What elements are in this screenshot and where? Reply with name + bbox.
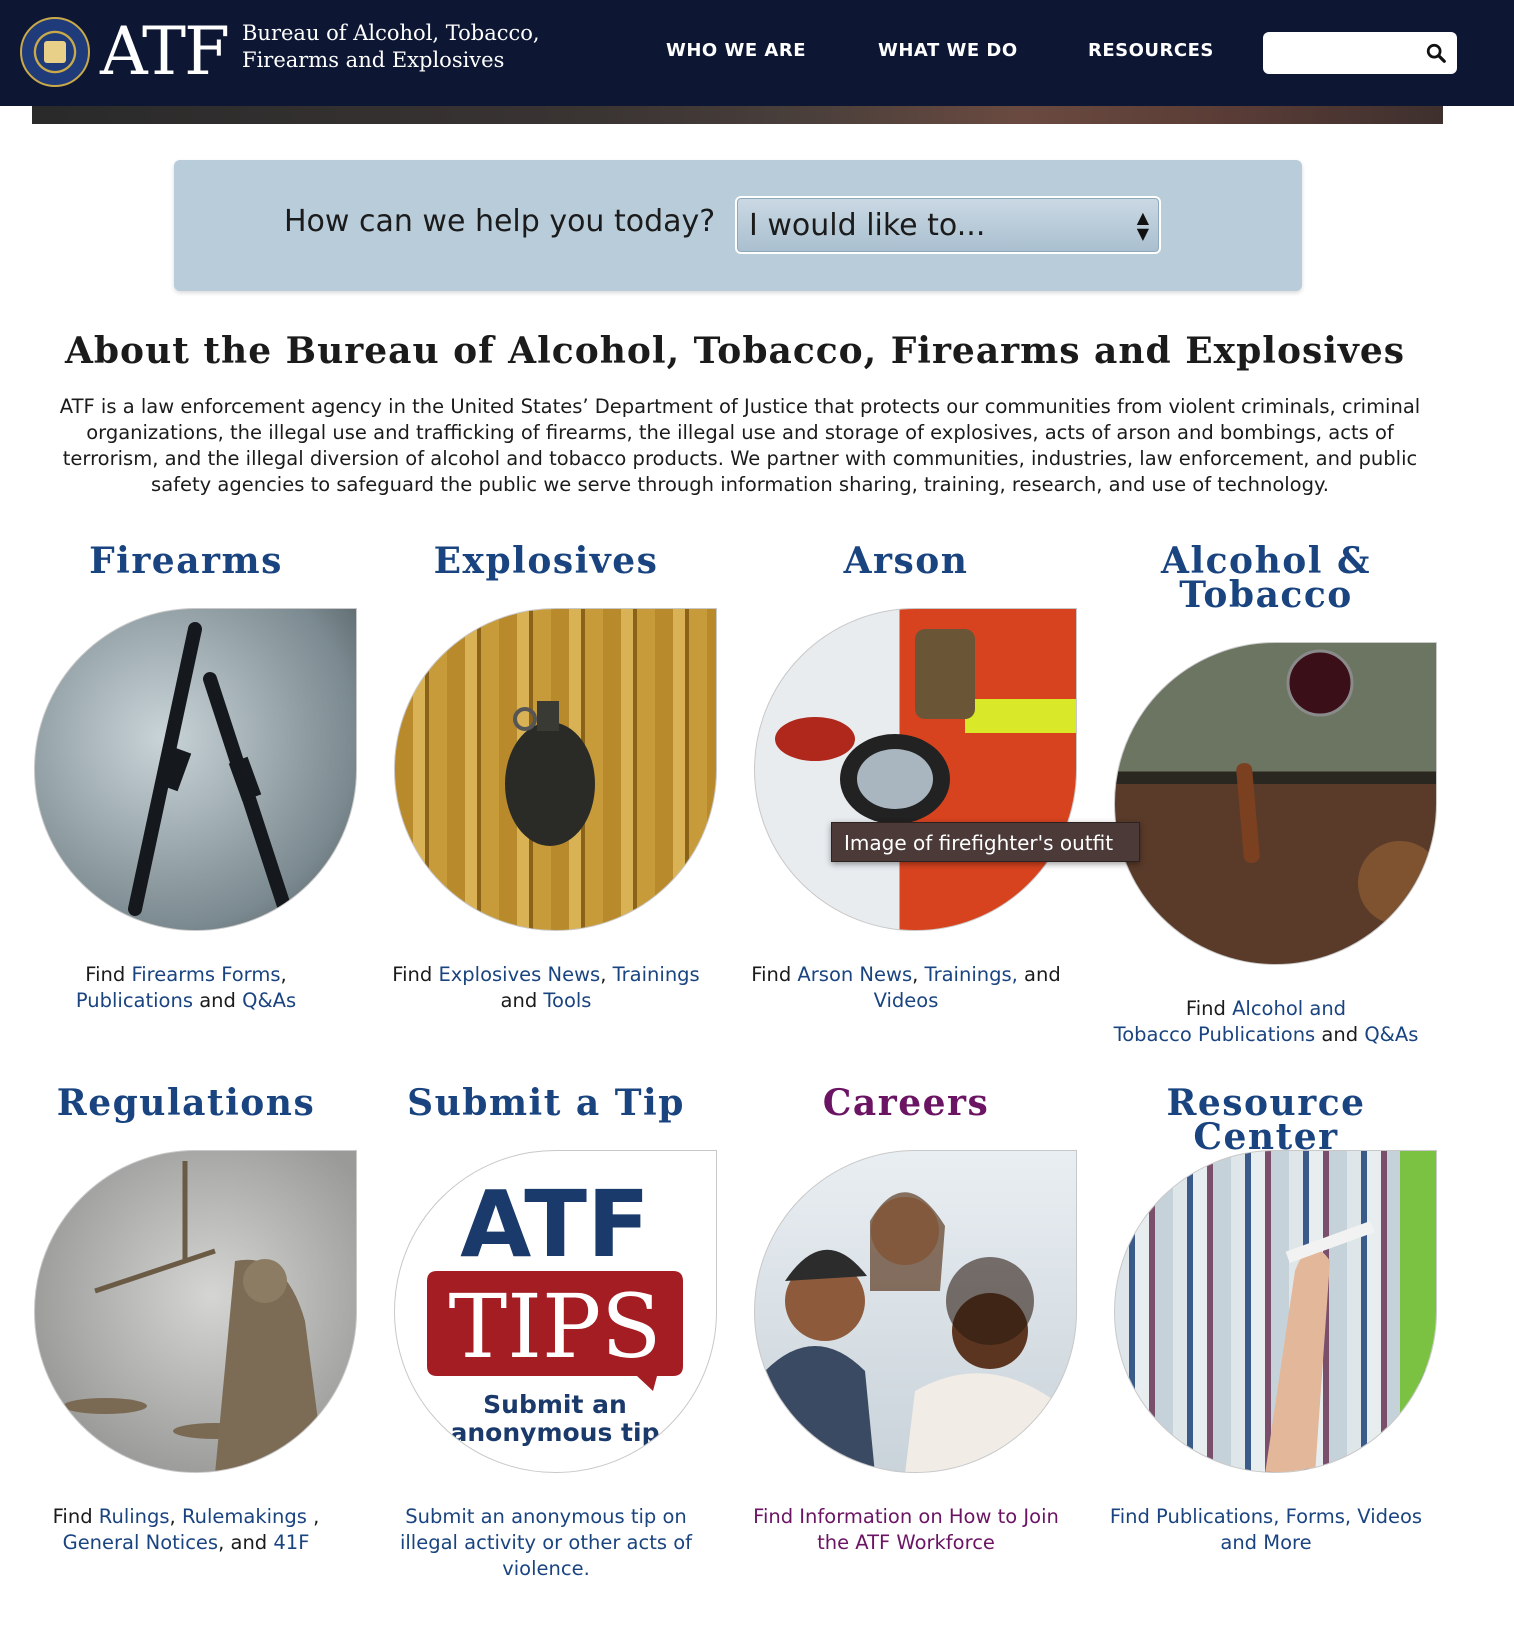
link-rulings[interactable]: Rulings: [99, 1505, 170, 1528]
arson-image[interactable]: [754, 608, 1077, 931]
desc-text: Find: [392, 963, 439, 986]
atf-tips-logo-sub1: Submit an: [483, 1390, 627, 1419]
desc-text: ,: [600, 963, 613, 986]
atf-logo[interactable]: ATF: [100, 12, 230, 92]
desc-text: ,: [169, 1505, 182, 1528]
agency-name[interactable]: Bureau of Alcohol, Tobacco, Firearms and…: [242, 20, 540, 74]
link-rulemakings[interactable]: Rulemakings: [182, 1505, 307, 1528]
card-arson: Arson Find Arson News, Trainings, and Vi…: [736, 543, 1077, 1012]
site-header: ATF Bureau of Alcohol, Tobacco, Firearms…: [0, 0, 1514, 106]
card-regulations: Regulations Find Rulings, Rulemakings , …: [16, 1085, 357, 1554]
help-panel: How can we help you today? I would like …: [174, 160, 1302, 291]
desc-text: and: [193, 989, 243, 1012]
resource-center-image[interactable]: [1114, 1150, 1437, 1473]
about-title: About the Bureau of Alcohol, Tobacco, Fi…: [64, 330, 1406, 372]
careers-image[interactable]: [754, 1150, 1077, 1473]
atf-tips-logo-tips: TIPS: [449, 1275, 662, 1378]
link-41f[interactable]: 41F: [273, 1531, 309, 1554]
link-alcohol-tobacco-qas[interactable]: Q&As: [1364, 1023, 1418, 1046]
link-resource-center[interactable]: Find Publications, Forms, Videos and Mor…: [1096, 1504, 1436, 1556]
desc-text: ,: [306, 1505, 320, 1528]
desc-text: Find: [751, 963, 798, 986]
link-general-notices[interactable]: General Notices: [63, 1531, 219, 1554]
hero-image-edge: [32, 106, 1443, 124]
search-icon[interactable]: [1425, 42, 1447, 64]
atf-tips-logo: ATF TIPS Submit an anonymous tip: [427, 1171, 683, 1447]
explosives-image[interactable]: [394, 608, 717, 931]
link-firearms-forms[interactable]: Firearms Forms: [131, 963, 280, 986]
atf-tips-logo-sub2: anonymous tip: [451, 1418, 660, 1447]
atf-seal-icon[interactable]: [20, 17, 90, 87]
card-title-arson[interactable]: Arson: [736, 543, 1076, 579]
desc-text: Find: [1185, 997, 1233, 1020]
card-submit-tip: Submit a Tip ATF TIPS Submit an anonymou…: [376, 1085, 717, 1580]
link-careers[interactable]: Find Information on How to Join the ATF …: [736, 1504, 1076, 1556]
desc-text: ,: [912, 963, 925, 986]
card-firearms: Firearms Find Firearms Forms, Publicatio…: [16, 543, 357, 1012]
card-title-explosives[interactable]: Explosives: [376, 543, 716, 579]
atf-tips-logo-atf: ATF: [460, 1171, 650, 1278]
firearms-image[interactable]: [34, 608, 357, 931]
desc-text: , and: [218, 1531, 274, 1554]
link-submit-tip[interactable]: Submit an anonymous tip on illegal activ…: [376, 1504, 716, 1582]
image-tooltip: Image of firefighter's outfit: [831, 822, 1140, 862]
regulations-image[interactable]: [34, 1150, 357, 1473]
desc-text: Find: [52, 1505, 99, 1528]
help-label: How can we help you today?: [284, 204, 716, 239]
agency-name-line1: Bureau of Alcohol, Tobacco,: [242, 21, 540, 45]
card-title-resource-center[interactable]: Resource Center: [1096, 1085, 1436, 1155]
card-title-alcohol-tobacco[interactable]: Alcohol & Tobacco: [1096, 540, 1436, 616]
desc-text: Find: [85, 963, 132, 986]
title-line: Tobacco: [1179, 574, 1353, 616]
card-resource-center: Resource Center Find Publications, Forms…: [1096, 1085, 1437, 1554]
card-desc-regulations: Find Rulings, Rulemakings , General Noti…: [16, 1504, 356, 1556]
desc-text: and: [1315, 1023, 1365, 1046]
title-line: Alcohol &: [1161, 540, 1371, 582]
card-desc-explosives: Find Explosives News, Trainings and Tool…: [376, 962, 716, 1014]
help-select-value: I would like to...: [749, 208, 986, 243]
desc-text: and: [500, 989, 544, 1012]
link-explosives-tools[interactable]: Tools: [543, 989, 591, 1012]
card-desc-firearms: Find Firearms Forms, Publications and Q&…: [16, 962, 356, 1014]
nav-who-we-are[interactable]: WHO WE ARE: [666, 40, 806, 61]
card-title-submit-tip[interactable]: Submit a Tip: [376, 1085, 716, 1121]
agency-name-line2: Firearms and Explosives: [242, 48, 505, 72]
nav-what-we-do[interactable]: WHAT WE DO: [878, 40, 1018, 61]
link-firearms-qas[interactable]: Q&As: [242, 989, 296, 1012]
link-alcohol-tobacco-publications-1[interactable]: Alcohol and: [1232, 997, 1346, 1020]
atf-tips-image[interactable]: ATF TIPS Submit an anonymous tip: [394, 1150, 717, 1473]
link-alcohol-tobacco-publications-2[interactable]: Tobacco Publications: [1114, 1023, 1316, 1046]
select-arrows-icon: ▲ ▼: [1136, 208, 1149, 243]
link-arson-news[interactable]: Arson News: [797, 963, 912, 986]
search-input[interactable]: [1263, 32, 1457, 74]
link-arson-videos[interactable]: Videos: [874, 989, 939, 1012]
card-desc-alcohol-tobacco: Find Alcohol and Tobacco Publications an…: [1096, 996, 1436, 1048]
desc-text: ,: [280, 963, 287, 986]
about-body: ATF is a law enforcement agency in the U…: [59, 395, 1421, 496]
help-select[interactable]: I would like to... ▲ ▼: [735, 196, 1161, 254]
card-title-careers[interactable]: Careers: [736, 1085, 1076, 1121]
card-alcohol-tobacco: Alcohol & Tobacco Find Alcohol and Tobac…: [1096, 540, 1437, 1046]
link-arson-trainings[interactable]: Trainings,: [925, 963, 1018, 986]
card-explosives: Explosives Find Explosives News, Trainin…: [376, 543, 717, 1012]
link-explosives-trainings[interactable]: Trainings: [613, 963, 700, 986]
desc-text: and: [1017, 963, 1061, 986]
card-title-regulations[interactable]: Regulations: [16, 1085, 356, 1121]
link-explosives-news[interactable]: Explosives News: [438, 963, 600, 986]
card-desc-arson: Find Arson News, Trainings, and Videos: [736, 962, 1076, 1014]
link-firearms-publications[interactable]: Publications: [76, 989, 193, 1012]
nav-resources[interactable]: RESOURCES: [1088, 40, 1214, 61]
card-careers: Careers Find Information on How to Join …: [736, 1085, 1077, 1554]
alcohol-tobacco-image[interactable]: [1114, 642, 1437, 965]
card-title-firearms[interactable]: Firearms: [16, 543, 356, 579]
